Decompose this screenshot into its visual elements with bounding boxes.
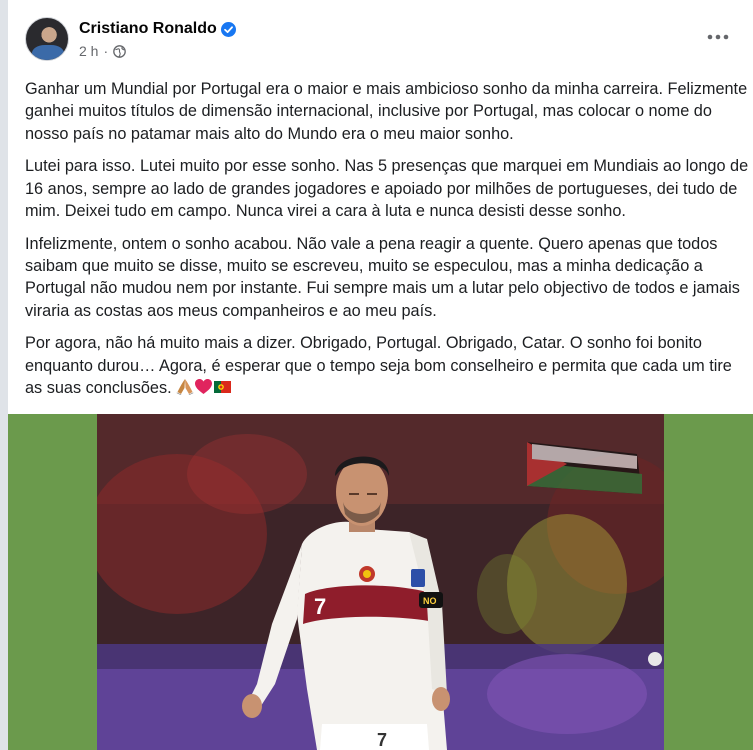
portugal-flag-emoji bbox=[214, 381, 232, 394]
folded-hands-emoji bbox=[176, 379, 194, 396]
post-media[interactable]: NO 7 7 bbox=[8, 414, 753, 750]
post-meta: 2 h · bbox=[79, 43, 126, 59]
post-text: Ganhar um Mundial por Portugal era o mai… bbox=[25, 78, 750, 410]
post-paragraph-last: Por agora, não há muito mais a dizer. Ob… bbox=[25, 332, 750, 399]
globe-icon[interactable] bbox=[113, 44, 126, 58]
post-paragraph: Ganhar um Mundial por Portugal era o mai… bbox=[25, 80, 748, 143]
post-paragraph: Infelizmente, ontem o sonho acabou. Não … bbox=[25, 234, 740, 320]
post-paragraph: Por agora, não há muito mais a dizer. Ob… bbox=[25, 334, 732, 398]
meta-separator: · bbox=[103, 43, 109, 59]
shorts-number: 7 bbox=[377, 730, 387, 750]
verified-badge-icon bbox=[221, 22, 236, 37]
captain-armband-text: NO bbox=[423, 596, 437, 606]
shirt-number-front: 7 bbox=[314, 594, 326, 619]
post-header: Cristiano Ronaldo 2 h · bbox=[8, 0, 753, 70]
facebook-post: Cristiano Ronaldo 2 h · Ganhar um Mundia… bbox=[8, 0, 753, 750]
more-options-icon[interactable] bbox=[705, 27, 731, 43]
author-avatar[interactable] bbox=[25, 17, 69, 61]
author-name[interactable]: Cristiano Ronaldo bbox=[79, 20, 217, 38]
red-heart-emoji bbox=[195, 379, 213, 395]
avatar-shirt bbox=[32, 45, 64, 60]
post-photo[interactable]: NO 7 7 bbox=[97, 414, 664, 750]
post-timestamp[interactable]: 2 h bbox=[79, 43, 98, 59]
post-paragraph: Lutei para isso. Lutei muito por esse so… bbox=[25, 157, 749, 220]
